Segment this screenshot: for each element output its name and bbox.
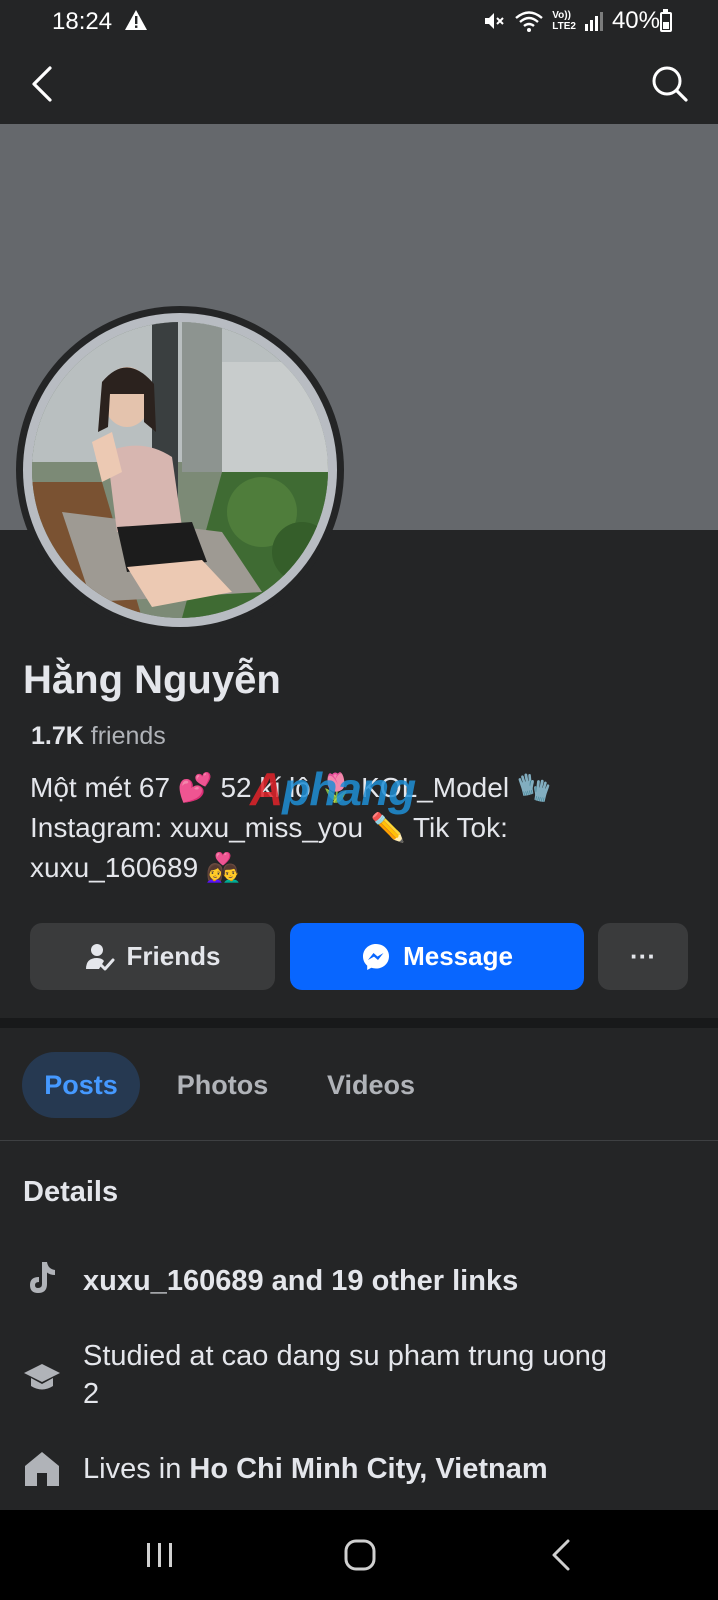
- avatar-image: [32, 322, 328, 618]
- search-icon[interactable]: [650, 64, 690, 104]
- watermark: Aphang: [250, 762, 416, 816]
- more-icon: ···: [630, 941, 656, 971]
- friends-button[interactable]: Friends: [30, 923, 275, 990]
- nav-back-icon[interactable]: [542, 1535, 582, 1575]
- tab-posts[interactable]: Posts: [22, 1052, 140, 1118]
- tiktok-icon: [30, 1262, 55, 1293]
- status-time: 18:24: [52, 8, 113, 35]
- friends-button-label: Friends: [126, 941, 221, 971]
- lives-place[interactable]: Ho Chi Minh City, Vietnam: [189, 1453, 547, 1485]
- more-button[interactable]: ···: [598, 923, 688, 990]
- mute-icon: [485, 13, 504, 29]
- tabs-divider: [0, 1140, 718, 1141]
- avatar-photo: [32, 322, 328, 618]
- location-detail: Lives in Ho Chi Minh City, Vietnam: [83, 1450, 548, 1488]
- tab-videos[interactable]: Videos: [308, 1052, 434, 1118]
- status-icons: Vo)) LTE2 40%: [482, 7, 660, 35]
- top-nav: [0, 44, 718, 124]
- profile-avatar[interactable]: [16, 306, 344, 634]
- links-detail[interactable]: xuxu_160689 and 19 other links: [83, 1262, 518, 1300]
- tab-photos[interactable]: Photos: [160, 1052, 285, 1118]
- home-icon: [25, 1452, 59, 1486]
- watermark-red: A: [250, 763, 283, 815]
- friends-count[interactable]: 1.7K friends: [31, 722, 166, 751]
- friend-check-icon: [85, 943, 115, 970]
- warning-icon: [125, 10, 147, 30]
- status-bar: 18:24 Vo)) LTE2 40%: [0, 0, 718, 44]
- education-icon: [24, 1364, 60, 1390]
- education-text-end: 2: [83, 1378, 100, 1410]
- section-divider: [0, 1018, 718, 1028]
- details-heading: Details: [23, 1176, 119, 1208]
- message-button-label: Message: [403, 941, 513, 971]
- links-text: xuxu_160689 and 19 other links: [83, 1265, 519, 1297]
- education-text: Studied at cao dang su pham trung uong: [83, 1340, 607, 1372]
- recent-apps-icon[interactable]: [140, 1535, 180, 1575]
- wifi-icon: [515, 11, 544, 32]
- messenger-icon: [363, 943, 390, 970]
- bio-line: xuxu_160689 👩‍❤️‍👨: [30, 852, 241, 883]
- back-icon[interactable]: [26, 64, 66, 104]
- friends-label: friends: [83, 722, 166, 750]
- watermark-blue: phang: [282, 763, 416, 815]
- lives-in-label: Lives in: [83, 1453, 190, 1485]
- battery-icon: [660, 12, 672, 32]
- message-button[interactable]: Message: [290, 923, 584, 990]
- lte-indicator: Vo)) LTE2: [552, 10, 576, 32]
- home-button-icon[interactable]: [340, 1535, 380, 1575]
- avatar-border: [23, 313, 337, 627]
- profile-name: Hằng Nguyễn: [23, 658, 281, 702]
- education-detail: Studied at cao dang su pham trung uong 2: [83, 1337, 683, 1413]
- friends-number: 1.7K: [31, 722, 84, 750]
- signal-icon: [584, 12, 603, 31]
- battery-percent: 40%: [611, 7, 660, 34]
- system-nav-bar: [0, 1510, 718, 1600]
- battery-fill: [663, 22, 669, 29]
